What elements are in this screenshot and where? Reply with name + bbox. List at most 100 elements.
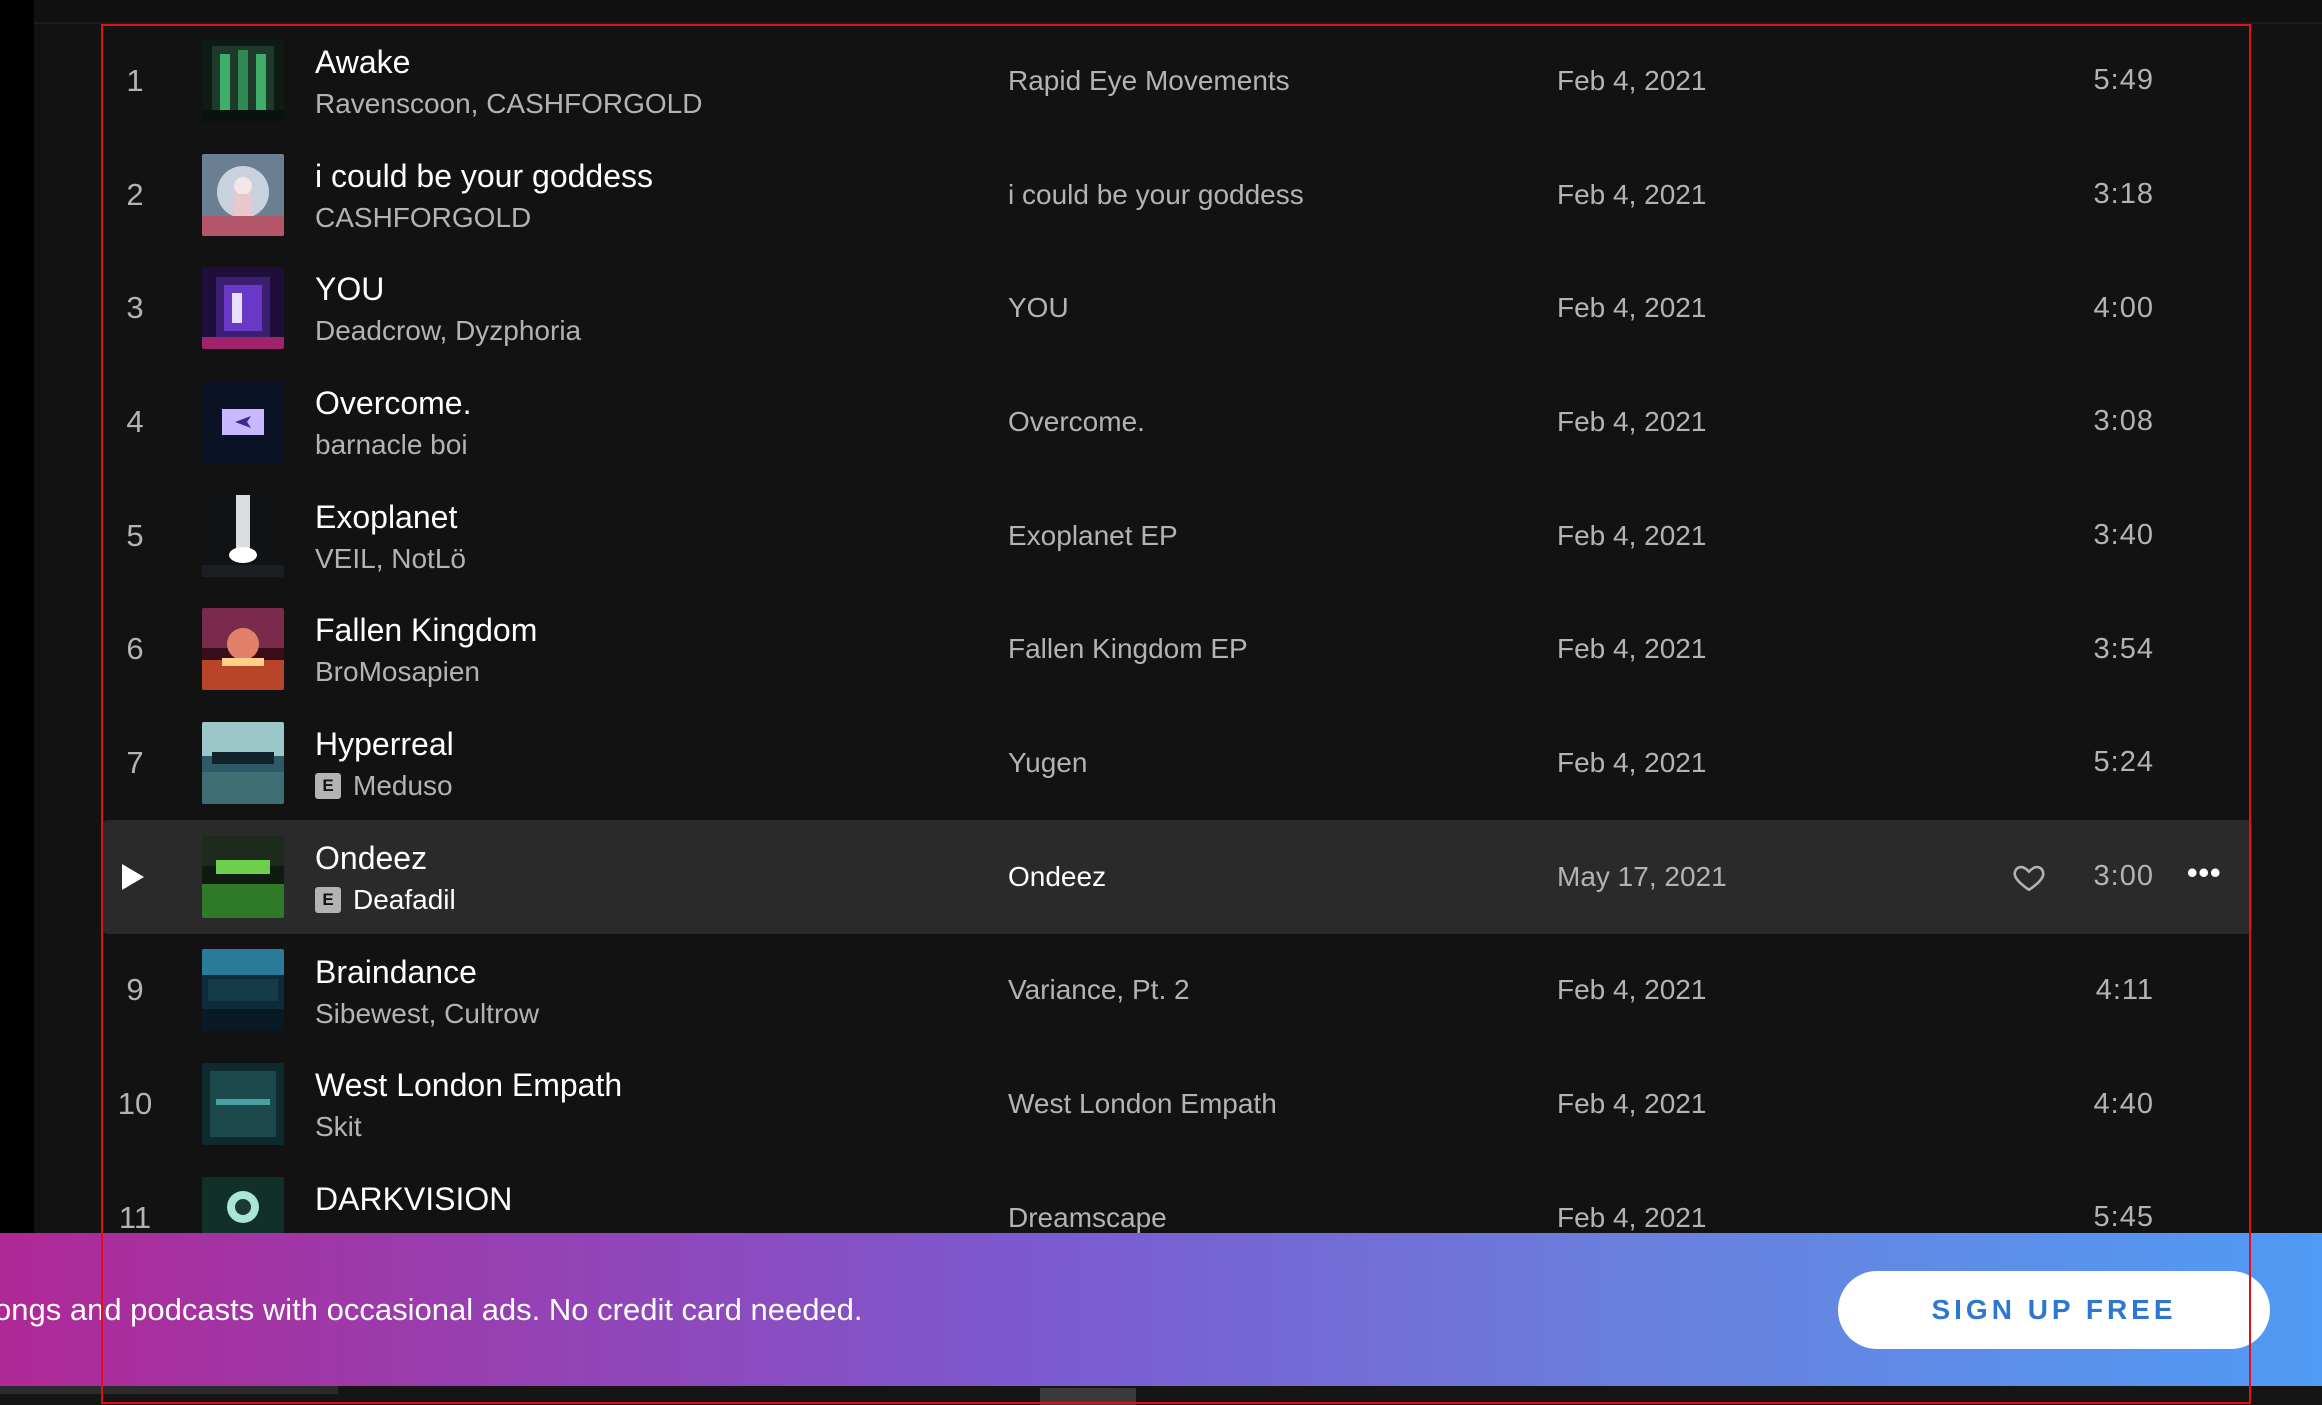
track-artists[interactable]: Meduso	[353, 770, 453, 802]
track-row[interactable]: 10 West London Empath Skit West London E…	[102, 1047, 2252, 1161]
track-number: 5	[126, 517, 144, 553]
track-date-added: Feb 4, 2021	[1557, 178, 1707, 210]
album-cover[interactable]	[202, 608, 284, 691]
track-duration: 5:45	[2093, 1201, 2154, 1234]
album-cover[interactable]	[202, 835, 284, 918]
more-options-icon[interactable]: •••	[2187, 856, 2222, 890]
track-title[interactable]: Braindance	[315, 954, 477, 991]
track-duration: 3:00	[2093, 860, 2154, 893]
track-album[interactable]: Yugen	[1008, 706, 1087, 820]
track-number: 11	[118, 1199, 152, 1234]
album-cover[interactable]	[202, 380, 284, 463]
track-artist-line: Sibewest, Cultrow	[315, 998, 539, 1030]
track-album[interactable]: West London Empath	[1008, 1047, 1277, 1161]
track-row[interactable]: 1 Awake Ravenscoon, CASHFORGOLD Rapid Ey…	[102, 24, 2252, 138]
album-cover[interactable]	[202, 1063, 284, 1146]
track-artists[interactable]: Deadcrow, Dyzphoria	[315, 315, 581, 347]
track-row[interactable]: 9 Braindance Sibewest, Cultrow Variance,…	[102, 934, 2252, 1048]
banner-text: ongs and podcasts with occasional ads. N…	[0, 1291, 863, 1327]
track-date-added: Feb 4, 2021	[1557, 519, 1707, 551]
track-album[interactable]: Exoplanet EP	[1008, 479, 1178, 593]
track-album[interactable]: i could be your goddess	[1008, 138, 1304, 252]
track-row[interactable]: 7 Hyperreal E Meduso Yugen Feb 4, 2021 5:…	[102, 706, 2252, 820]
track-date-added: Feb 4, 2021	[1557, 64, 1707, 96]
track-title[interactable]: DARKVISION	[315, 1181, 512, 1218]
track-album[interactable]: Fallen Kingdom EP	[1008, 592, 1248, 706]
track-artists[interactable]: VEIL, NotLö	[315, 543, 466, 575]
track-artist-line: E Meduso	[315, 770, 453, 802]
play-icon[interactable]	[122, 863, 144, 890]
track-artists[interactable]: BroMosapien	[315, 656, 480, 688]
track-album[interactable]: YOU	[1008, 251, 1069, 365]
track-row[interactable]: 3 YOU Deadcrow, Dyzphoria YOU Feb 4, 202…	[102, 251, 2252, 365]
track-artists[interactable]: Sibewest, Cultrow	[315, 998, 539, 1030]
track-list: 1 Awake Ravenscoon, CASHFORGOLD Rapid Ey…	[102, 24, 2252, 1234]
track-artists[interactable]: CASHFORGOLD	[315, 202, 531, 234]
track-title[interactable]: Fallen Kingdom	[315, 612, 537, 649]
track-artist-line: VEIL, NotLö	[315, 543, 466, 575]
track-title[interactable]: Awake	[315, 44, 410, 81]
track-date-added: Feb 4, 2021	[1557, 1201, 1707, 1233]
album-cover[interactable]	[202, 39, 284, 122]
track-date-added: Feb 4, 2021	[1557, 633, 1707, 665]
track-number: 1	[126, 62, 144, 98]
horizontal-scrollbar[interactable]	[0, 1386, 2322, 1405]
track-row[interactable]: Ondeez E Deafadil Ondeez May 17, 2021 3:0…	[102, 819, 2252, 934]
sign-up-free-button[interactable]: SIGN UP FREE	[1838, 1271, 2270, 1349]
track-number: 10	[117, 1086, 153, 1122]
album-cover[interactable]	[202, 721, 284, 804]
track-number: 7	[126, 744, 144, 780]
track-duration: 3:18	[2093, 178, 2154, 211]
scrollbar-track-segment	[0, 1386, 338, 1394]
track-row[interactable]: 5 Exoplanet VEIL, NotLö Exoplanet EP Feb…	[102, 479, 2252, 593]
track-title[interactable]: i could be your goddess	[315, 158, 653, 195]
track-number: 9	[126, 972, 144, 1008]
track-date-added: May 17, 2021	[1557, 860, 1727, 892]
track-row[interactable]: 4 Overcome. barnacle boi Overcome. Feb 4…	[102, 365, 2252, 479]
track-list-container: 1 Awake Ravenscoon, CASHFORGOLD Rapid Ey…	[34, 24, 2322, 1234]
track-duration: 4:00	[2093, 291, 2154, 324]
track-artist-line: Ravenscoon, CASHFORGOLD	[315, 88, 702, 120]
heart-icon[interactable]	[2012, 860, 2046, 894]
album-cover[interactable]	[202, 949, 284, 1032]
track-date-added: Feb 4, 2021	[1557, 405, 1707, 437]
track-artist-line: BroMosapien	[315, 656, 480, 688]
album-cover[interactable]	[202, 1176, 284, 1234]
track-album[interactable]: Rapid Eye Movements	[1008, 24, 1290, 138]
album-cover[interactable]	[202, 494, 284, 577]
album-cover[interactable]	[202, 153, 284, 236]
album-cover[interactable]	[202, 267, 284, 350]
left-edge-panel	[0, 0, 34, 1405]
track-title[interactable]: Overcome.	[315, 385, 471, 422]
track-artists[interactable]: barnacle boi	[315, 429, 468, 461]
track-album[interactable]: Variance, Pt. 2	[1008, 934, 1190, 1048]
track-duration: 3:54	[2093, 632, 2154, 665]
track-title[interactable]: Ondeez	[315, 840, 427, 877]
track-number: 2	[126, 176, 144, 212]
track-artists[interactable]: Deafadil	[353, 884, 456, 916]
track-title[interactable]: Exoplanet	[315, 499, 457, 536]
scrollbar-thumb[interactable]	[1040, 1388, 1136, 1405]
explicit-badge: E	[315, 773, 341, 800]
track-number: 3	[126, 290, 144, 326]
track-row[interactable]: 6 Fallen Kingdom BroMosapien Fallen King…	[102, 592, 2252, 706]
track-artists[interactable]: Skit	[315, 1111, 362, 1143]
track-row[interactable]: 11 DARKVISION Dreamscape Feb 4, 2021 5:4…	[102, 1161, 2252, 1234]
explicit-badge: E	[315, 886, 341, 913]
track-duration: 5:49	[2093, 64, 2154, 97]
track-row[interactable]: 2 i could be your goddess CASHFORGOLD i …	[102, 138, 2252, 252]
track-album[interactable]: Ondeez	[1008, 820, 1106, 934]
track-date-added: Feb 4, 2021	[1557, 746, 1707, 778]
track-date-added: Feb 4, 2021	[1557, 292, 1707, 324]
track-album[interactable]: Overcome.	[1008, 365, 1145, 479]
track-number: 4	[126, 403, 144, 439]
track-number: 6	[126, 631, 144, 667]
track-title[interactable]: YOU	[315, 271, 384, 308]
track-duration: 5:24	[2093, 746, 2154, 779]
track-title[interactable]: Hyperreal	[315, 726, 454, 763]
track-artist-line: Skit	[315, 1111, 362, 1143]
track-title[interactable]: West London Empath	[315, 1067, 622, 1104]
track-album[interactable]: Dreamscape	[1008, 1161, 1167, 1234]
track-artists[interactable]: Ravenscoon, CASHFORGOLD	[315, 88, 702, 120]
track-artist-line: Deadcrow, Dyzphoria	[315, 315, 581, 347]
